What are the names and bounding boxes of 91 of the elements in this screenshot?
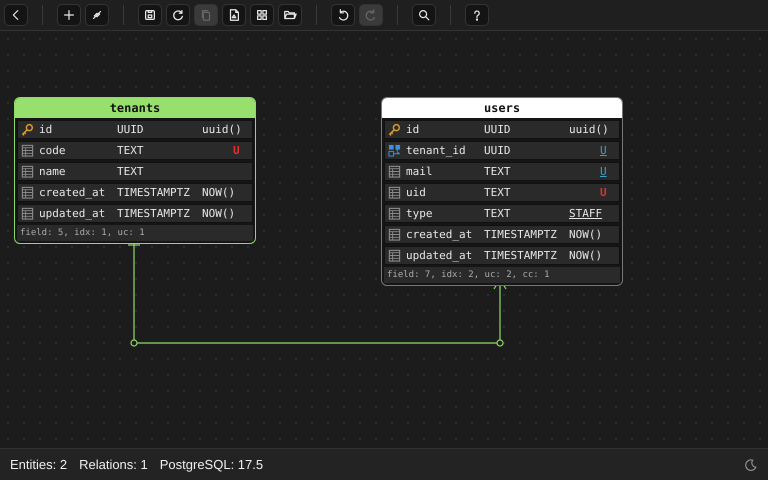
entity-title: tenants	[15, 98, 255, 118]
undo-button[interactable]	[331, 4, 355, 26]
field-row[interactable]: updated_at TIMESTAMPTZ NOW()	[17, 204, 253, 223]
refresh-icon	[171, 8, 185, 22]
field-row[interactable]: type TEXT STAFF	[384, 204, 620, 223]
entity-table[interactable]: users id UUID uuid() tenant_id UUID U mail TEXT U uid TEXT U type TEXT STAFF created_at TIMESTAMPTZ NOW() updated_at TIMESTAMPTZ NOW() field: 7, idx: 2, uc: 2, cc: 1	[381, 97, 623, 286]
field-type: TEXT	[117, 144, 144, 157]
field-name: code	[39, 144, 66, 157]
add-button[interactable]	[57, 4, 81, 26]
field-default: STAFF	[569, 207, 602, 220]
column-icon	[388, 207, 401, 220]
field-row[interactable]: tenant_id UUID U	[384, 141, 620, 160]
field-row[interactable]: created_at TIMESTAMPTZ NOW()	[17, 183, 253, 202]
field-row[interactable]: id UUID uuid()	[17, 120, 253, 139]
constraint-marker: U	[233, 144, 240, 157]
entity-summary: field: 5, idx: 1, uc: 1	[17, 225, 253, 241]
field-default: NOW()	[202, 207, 236, 220]
column-icon	[21, 207, 34, 220]
field-type: TIMESTAMPTZ	[117, 207, 191, 220]
link-icon	[90, 8, 104, 22]
save-icon	[143, 8, 157, 22]
plus-icon	[62, 8, 76, 22]
field-name: id	[406, 123, 420, 136]
link-button[interactable]	[85, 4, 109, 26]
field-type: UUID	[117, 123, 144, 136]
field-type: TEXT	[484, 165, 512, 178]
field-type: UUID	[484, 123, 512, 136]
field-name: name	[39, 165, 66, 178]
status-text: Entities: 2	[10, 457, 68, 472]
field-name: created_at	[39, 186, 106, 199]
open-button[interactable]	[278, 4, 302, 26]
constraint-marker: U	[600, 144, 607, 157]
column-icon	[21, 165, 34, 178]
field-type: TEXT	[484, 186, 512, 199]
foreign-key-icon	[388, 144, 401, 157]
entity-table[interactable]: tenants id UUID uuid() code TEXT U name TEXT created_at TIMESTAMPTZ NOW() updated_at TIMESTAMPTZ NOW() field: 5, idx: 1, uc: 1	[14, 97, 256, 244]
field-row[interactable]: updated_at TIMESTAMPTZ NOW()	[384, 246, 620, 265]
field-name: tenant_id	[406, 144, 467, 157]
help-button[interactable]	[465, 4, 489, 26]
key-icon	[21, 123, 34, 136]
folder-icon	[283, 8, 297, 22]
export-button[interactable]	[222, 4, 246, 26]
column-icon	[21, 144, 34, 157]
field-default: NOW()	[202, 186, 236, 199]
document-icon	[227, 8, 241, 22]
entity-title: users	[382, 98, 622, 118]
constraint-marker: U	[600, 165, 607, 178]
field-type: TIMESTAMPTZ	[484, 228, 558, 241]
column-icon	[21, 186, 34, 199]
field-name: updated_at	[39, 207, 106, 220]
field-default: uuid()	[569, 123, 609, 136]
field-row[interactable]: id UUID uuid()	[384, 120, 620, 139]
field-name: updated_at	[406, 249, 474, 262]
field-type: TEXT	[117, 165, 144, 178]
field-default: uuid()	[202, 123, 242, 136]
field-row[interactable]: uid TEXT U	[384, 183, 620, 202]
field-type: UUID	[484, 144, 512, 157]
back-button[interactable]	[4, 4, 28, 26]
field-name: id	[39, 123, 54, 136]
moon-icon[interactable]	[744, 458, 758, 472]
entity-summary: field: 7, idx: 2, uc: 2, cc: 1	[384, 267, 620, 283]
key-icon	[388, 123, 401, 136]
field-row[interactable]: mail TEXT U	[384, 162, 620, 181]
copy-icon	[199, 8, 213, 22]
redo-icon	[364, 8, 378, 22]
field-default: NOW()	[569, 249, 602, 262]
field-type: TIMESTAMPTZ	[117, 186, 191, 199]
grid-button[interactable]	[250, 4, 274, 26]
column-icon	[388, 165, 401, 178]
field-type: TEXT	[484, 207, 512, 220]
status-text: PostgreSQL: 17.5	[160, 457, 264, 472]
column-icon	[388, 186, 401, 199]
constraint-marker: U	[600, 186, 607, 199]
field-row[interactable]: code TEXT U	[17, 141, 253, 160]
column-icon	[388, 249, 401, 262]
grid-icon	[255, 8, 269, 22]
undo-icon	[336, 8, 350, 22]
field-default: NOW()	[569, 228, 602, 241]
search-button[interactable]	[412, 4, 436, 26]
field-row[interactable]: created_at TIMESTAMPTZ NOW()	[384, 225, 620, 244]
field-type: TIMESTAMPTZ	[484, 249, 558, 262]
field-row[interactable]: name TEXT	[17, 162, 253, 181]
status-text: Relations: 1	[79, 457, 148, 472]
search-icon	[417, 8, 431, 22]
field-name: uid	[406, 186, 427, 199]
field-name: mail	[406, 165, 434, 178]
field-name: type	[406, 207, 434, 220]
refresh-button[interactable]	[166, 4, 190, 26]
save-button[interactable]	[138, 4, 162, 26]
column-icon	[388, 228, 401, 241]
field-name: created_at	[406, 228, 474, 241]
